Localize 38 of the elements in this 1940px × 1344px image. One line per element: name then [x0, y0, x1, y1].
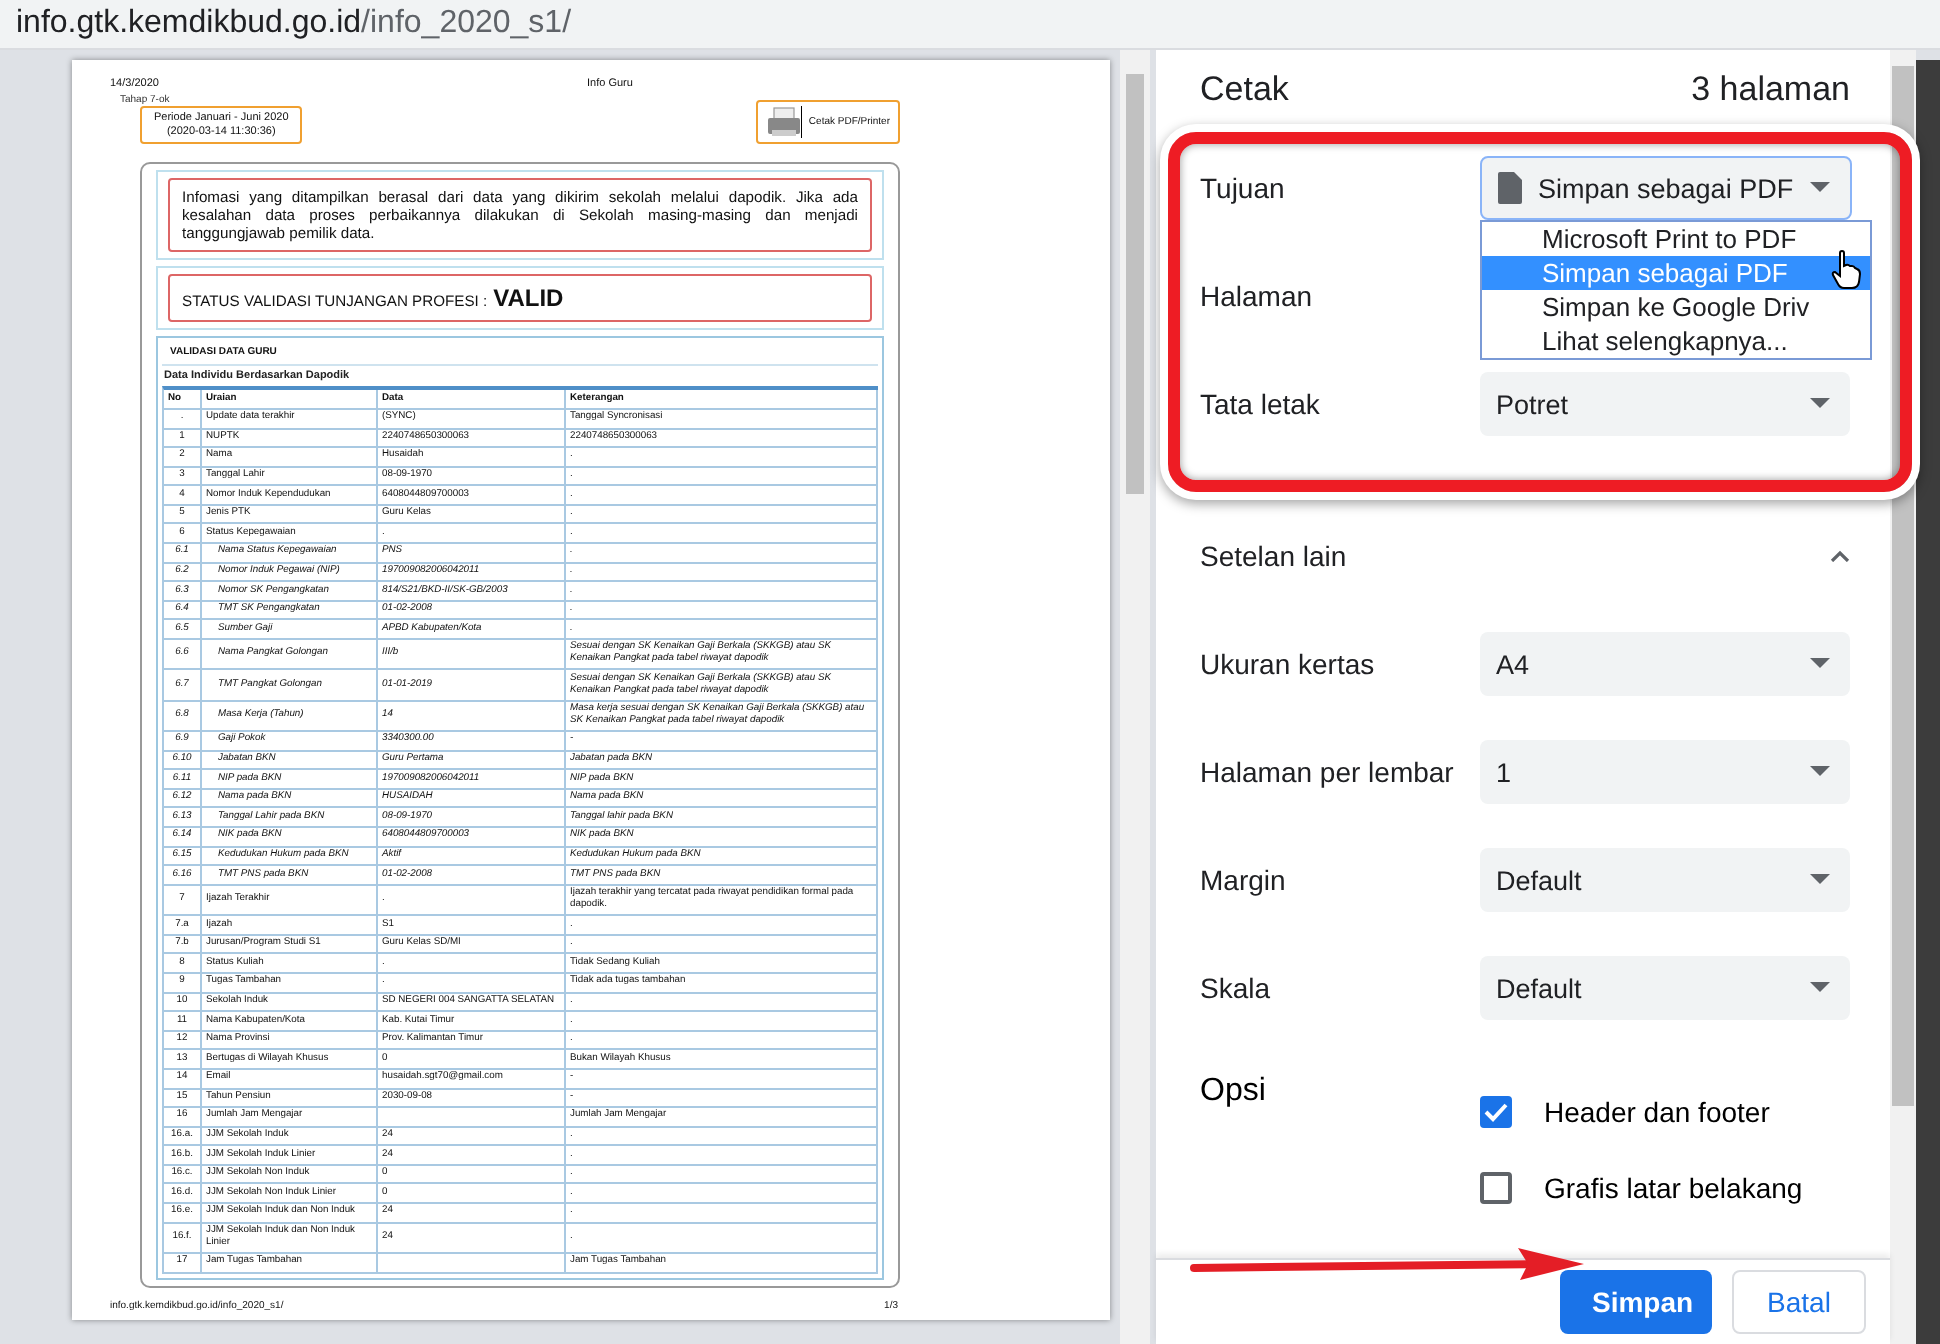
checkbox-label: Header dan footer [1544, 1096, 1770, 1128]
setting-label: Tujuan [1200, 172, 1287, 204]
chevron-up-icon [1830, 550, 1850, 562]
setting-label: Halaman per lembar [1200, 756, 1456, 788]
page-count: 3 halaman [1691, 70, 1850, 112]
setting-label: Margin [1200, 864, 1288, 896]
caret-down-icon [1810, 982, 1830, 994]
scrollbar-thumb[interactable] [1126, 74, 1144, 494]
setting-label: Opsi [1200, 1074, 1268, 1110]
caret-down-icon [1810, 398, 1830, 410]
caret-down-icon [1809, 182, 1830, 194]
caret-down-icon [1810, 658, 1830, 670]
save-button[interactable]: Simpan [1560, 1270, 1712, 1334]
dropdown-option[interactable]: Simpan ke Google Driv [1482, 290, 1870, 324]
setting-select[interactable]: 1 [1480, 740, 1850, 804]
setting-label: Halaman [1200, 280, 1315, 312]
destination-select[interactable]: Simpan sebagai PDF [1480, 156, 1852, 220]
hand-cursor-icon [1830, 250, 1862, 290]
dropdown-option[interactable]: Lihat selengkapnya... [1482, 324, 1870, 358]
checkbox[interactable] [1480, 1172, 1512, 1204]
checkbox-label: Grafis latar belakang [1544, 1172, 1803, 1204]
status-value: VALID [493, 284, 564, 313]
dropdown-option[interactable]: Microsoft Print to PDF [1482, 222, 1870, 256]
setting-select[interactable]: Default [1480, 848, 1850, 912]
setting-select[interactable]: Default [1480, 956, 1850, 1020]
document-icon [1498, 172, 1522, 204]
setting-label: Ukuran kertas [1200, 648, 1377, 680]
caret-down-icon [1810, 874, 1830, 886]
cancel-button[interactable]: Batal [1732, 1270, 1866, 1334]
setting-select[interactable]: A4 [1480, 632, 1850, 696]
setting-label: Tata letak [1200, 388, 1322, 420]
setting-label: Skala [1200, 972, 1273, 1004]
panel-title: Cetak [1200, 70, 1289, 112]
setting-select[interactable]: Potret [1480, 372, 1850, 436]
caret-down-icon [1810, 766, 1830, 778]
checkbox[interactable] [1480, 1096, 1512, 1128]
section-toggle[interactable]: Setelan lain [1200, 540, 1850, 572]
printer-icon [766, 106, 803, 138]
